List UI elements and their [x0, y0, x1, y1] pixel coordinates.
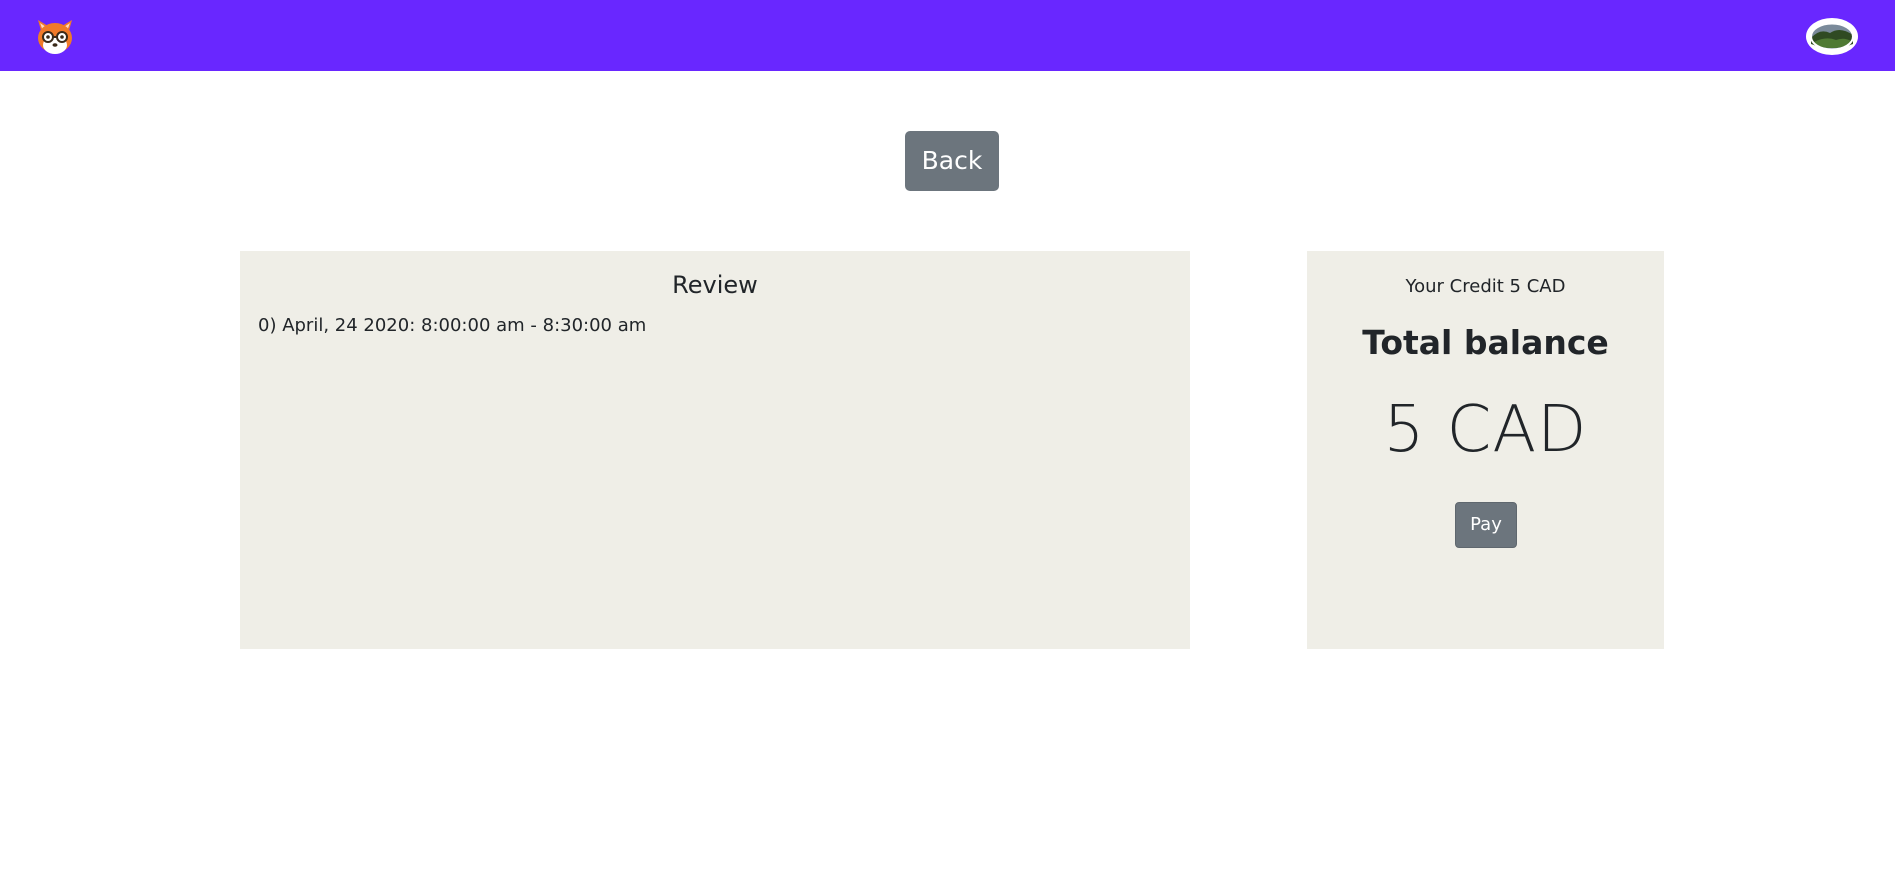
review-title: Review	[672, 271, 758, 299]
fox-logo-icon[interactable]	[34, 16, 76, 56]
pay-button[interactable]: Pay	[1455, 502, 1517, 548]
user-avatar-icon[interactable]	[1806, 18, 1858, 55]
balance-panel: Your Credit 5 CAD Total balance 5 CAD Pa…	[1307, 251, 1664, 649]
total-balance-heading: Total balance	[1362, 323, 1609, 362]
review-panel: Review 0) April, 24 2020: 8:00:00 am - 8…	[240, 251, 1190, 649]
review-list-item: 0) April, 24 2020: 8:00:00 am - 8:30:00 …	[258, 315, 647, 336]
back-button[interactable]: Back	[905, 131, 999, 191]
credit-text: Your Credit 5 CAD	[1405, 276, 1566, 297]
total-balance-amount: 5 CAD	[1383, 393, 1588, 467]
top-navbar	[0, 0, 1895, 71]
